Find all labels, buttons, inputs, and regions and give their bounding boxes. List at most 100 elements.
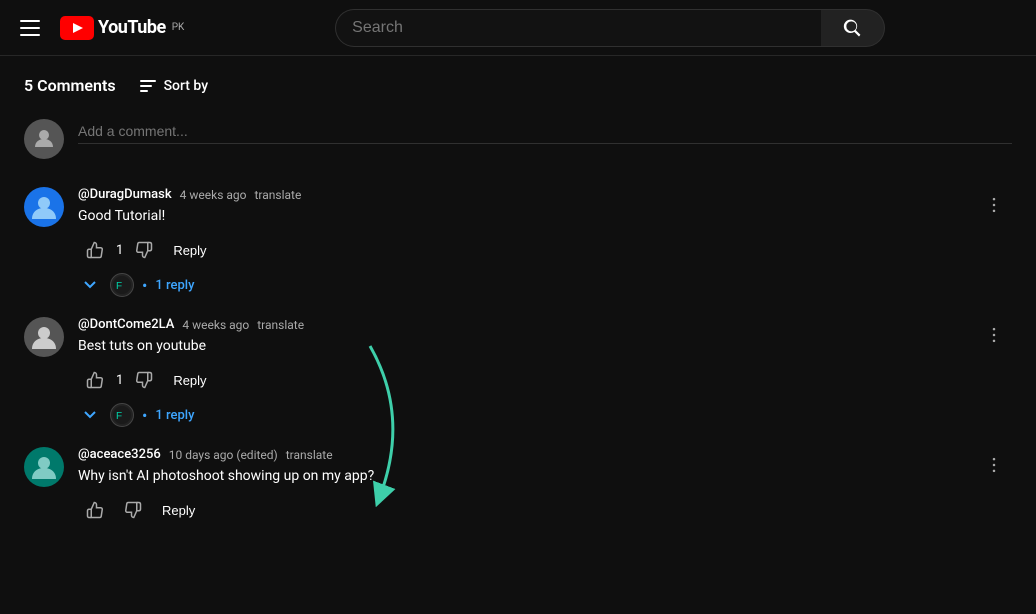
header-left: YouTube PK xyxy=(16,16,184,40)
thumbs-down-icon xyxy=(135,241,153,259)
more-vertical-icon xyxy=(984,195,1004,215)
thumbs-up-icon xyxy=(86,371,104,389)
comment-text: Why isn't AI photoshoot showing up on my… xyxy=(78,466,976,487)
search-button[interactable] xyxy=(821,9,885,47)
comment1-avatar-icon xyxy=(30,193,58,221)
reply-count: 1 reply xyxy=(155,408,194,423)
dot-separator: • xyxy=(142,406,147,425)
sort-by-button[interactable]: Sort by xyxy=(140,78,209,94)
main-content: 5 Comments Sort by xyxy=(0,56,1036,565)
reply-avatar: F xyxy=(110,403,134,427)
comment-author: @DontCome2LA xyxy=(78,317,174,332)
comment-translate[interactable]: translate xyxy=(254,188,301,202)
chevron-down-icon xyxy=(82,277,98,293)
comment-time: 10 days ago (edited) xyxy=(169,448,278,462)
add-comment-input[interactable] xyxy=(78,119,1012,144)
reply-button[interactable]: Reply xyxy=(165,237,214,264)
table-row: @DontCome2LA 4 weeks ago translate Best … xyxy=(24,317,1012,427)
dislike-button[interactable] xyxy=(116,495,150,525)
search-container xyxy=(335,9,885,47)
expand-arrow-icon xyxy=(78,403,102,427)
more-options-button[interactable] xyxy=(976,187,1012,223)
expand-arrow-icon xyxy=(78,273,102,297)
reply-avatar: F xyxy=(110,273,134,297)
comment-input-wrapper xyxy=(78,119,1012,144)
replies-toggle[interactable]: F • 1 reply xyxy=(78,273,976,297)
youtube-logo[interactable]: YouTube PK xyxy=(60,16,184,40)
svg-text:F: F xyxy=(116,281,122,292)
more-vertical-icon xyxy=(984,455,1004,475)
comment-content: @DontCome2LA 4 weeks ago translate Best … xyxy=(78,317,976,427)
comment3-avatar-icon xyxy=(30,453,58,481)
comment-content: @aceace3256 10 days ago (edited) transla… xyxy=(78,447,976,525)
comment-meta: @aceace3256 10 days ago (edited) transla… xyxy=(78,447,976,462)
comment-actions: 1 Reply xyxy=(78,235,976,265)
reply-count: 1 reply xyxy=(155,278,194,293)
replies-toggle[interactable]: F • 1 reply xyxy=(78,403,976,427)
comment-top-row: @DuragDumask 4 weeks ago translate Good … xyxy=(78,187,1012,297)
chevron-down-icon xyxy=(82,407,98,423)
user-icon xyxy=(32,127,56,151)
dot-separator: • xyxy=(142,276,147,295)
comment-right: @DuragDumask 4 weeks ago translate Good … xyxy=(78,187,1012,297)
comments-header: 5 Comments Sort by xyxy=(24,76,1012,95)
comment2-avatar-icon xyxy=(30,323,58,351)
comment-top-row: @DontCome2LA 4 weeks ago translate Best … xyxy=(78,317,1012,427)
comment-text: Good Tutorial! xyxy=(78,206,976,227)
like-button[interactable] xyxy=(78,365,112,395)
comment-meta: @DuragDumask 4 weeks ago translate xyxy=(78,187,976,202)
comment-right: @aceace3256 10 days ago (edited) transla… xyxy=(78,447,1012,525)
like-count: 1 xyxy=(116,373,123,388)
comment-meta: @DontCome2LA 4 weeks ago translate xyxy=(78,317,976,332)
thumbs-up-icon xyxy=(86,241,104,259)
avatar-placeholder xyxy=(24,119,64,159)
thumbs-up-icon xyxy=(86,501,104,519)
comment-author: @aceace3256 xyxy=(78,447,161,462)
avatar xyxy=(24,447,64,487)
current-user-avatar xyxy=(24,119,64,159)
like-button[interactable] xyxy=(78,495,112,525)
logo-text: YouTube xyxy=(98,17,166,38)
filmora-icon: F xyxy=(113,276,131,294)
comment-top-row: @aceace3256 10 days ago (edited) transla… xyxy=(78,447,1012,525)
thumbs-down-icon xyxy=(124,501,142,519)
hamburger-menu[interactable] xyxy=(16,16,44,40)
logo-country: PK xyxy=(172,22,185,33)
table-row: @aceace3256 10 days ago (edited) transla… xyxy=(24,447,1012,525)
filmora-icon: F xyxy=(113,406,131,424)
reply-button[interactable]: Reply xyxy=(165,367,214,394)
reply-button[interactable]: Reply xyxy=(154,497,203,524)
search-icon xyxy=(843,18,863,38)
table-row: @DuragDumask 4 weeks ago translate Good … xyxy=(24,187,1012,297)
comment-right: @DontCome2LA 4 weeks ago translate Best … xyxy=(78,317,1012,427)
avatar-initials xyxy=(24,317,64,357)
sort-by-label: Sort by xyxy=(164,78,209,94)
avatar-initials xyxy=(24,447,64,487)
search-input[interactable] xyxy=(335,9,821,47)
comment-content: @DuragDumask 4 weeks ago translate Good … xyxy=(78,187,976,297)
like-button[interactable] xyxy=(78,235,112,265)
search-bar xyxy=(335,9,885,47)
sort-icon xyxy=(140,80,156,92)
comment-time: 4 weeks ago xyxy=(182,318,249,332)
add-comment-row xyxy=(24,119,1012,159)
more-options-button[interactable] xyxy=(976,317,1012,353)
avatar xyxy=(24,317,64,357)
comment-actions: Reply xyxy=(78,495,976,525)
dislike-button[interactable] xyxy=(127,235,161,265)
more-vertical-icon xyxy=(984,325,1004,345)
comments-count: 5 Comments xyxy=(24,76,116,95)
comment-translate[interactable]: translate xyxy=(286,448,333,462)
comment-actions: 1 Reply xyxy=(78,365,976,395)
youtube-logo-icon xyxy=(60,16,94,40)
like-count: 1 xyxy=(116,243,123,258)
more-options-button[interactable] xyxy=(976,447,1012,483)
comment-text: Best tuts on youtube xyxy=(78,336,976,357)
svg-text:F: F xyxy=(116,411,122,422)
comment-author: @DuragDumask xyxy=(78,187,172,202)
header: YouTube PK xyxy=(0,0,1036,56)
comment-translate[interactable]: translate xyxy=(257,318,304,332)
dislike-button[interactable] xyxy=(127,365,161,395)
avatar-initials xyxy=(24,187,64,227)
avatar xyxy=(24,187,64,227)
